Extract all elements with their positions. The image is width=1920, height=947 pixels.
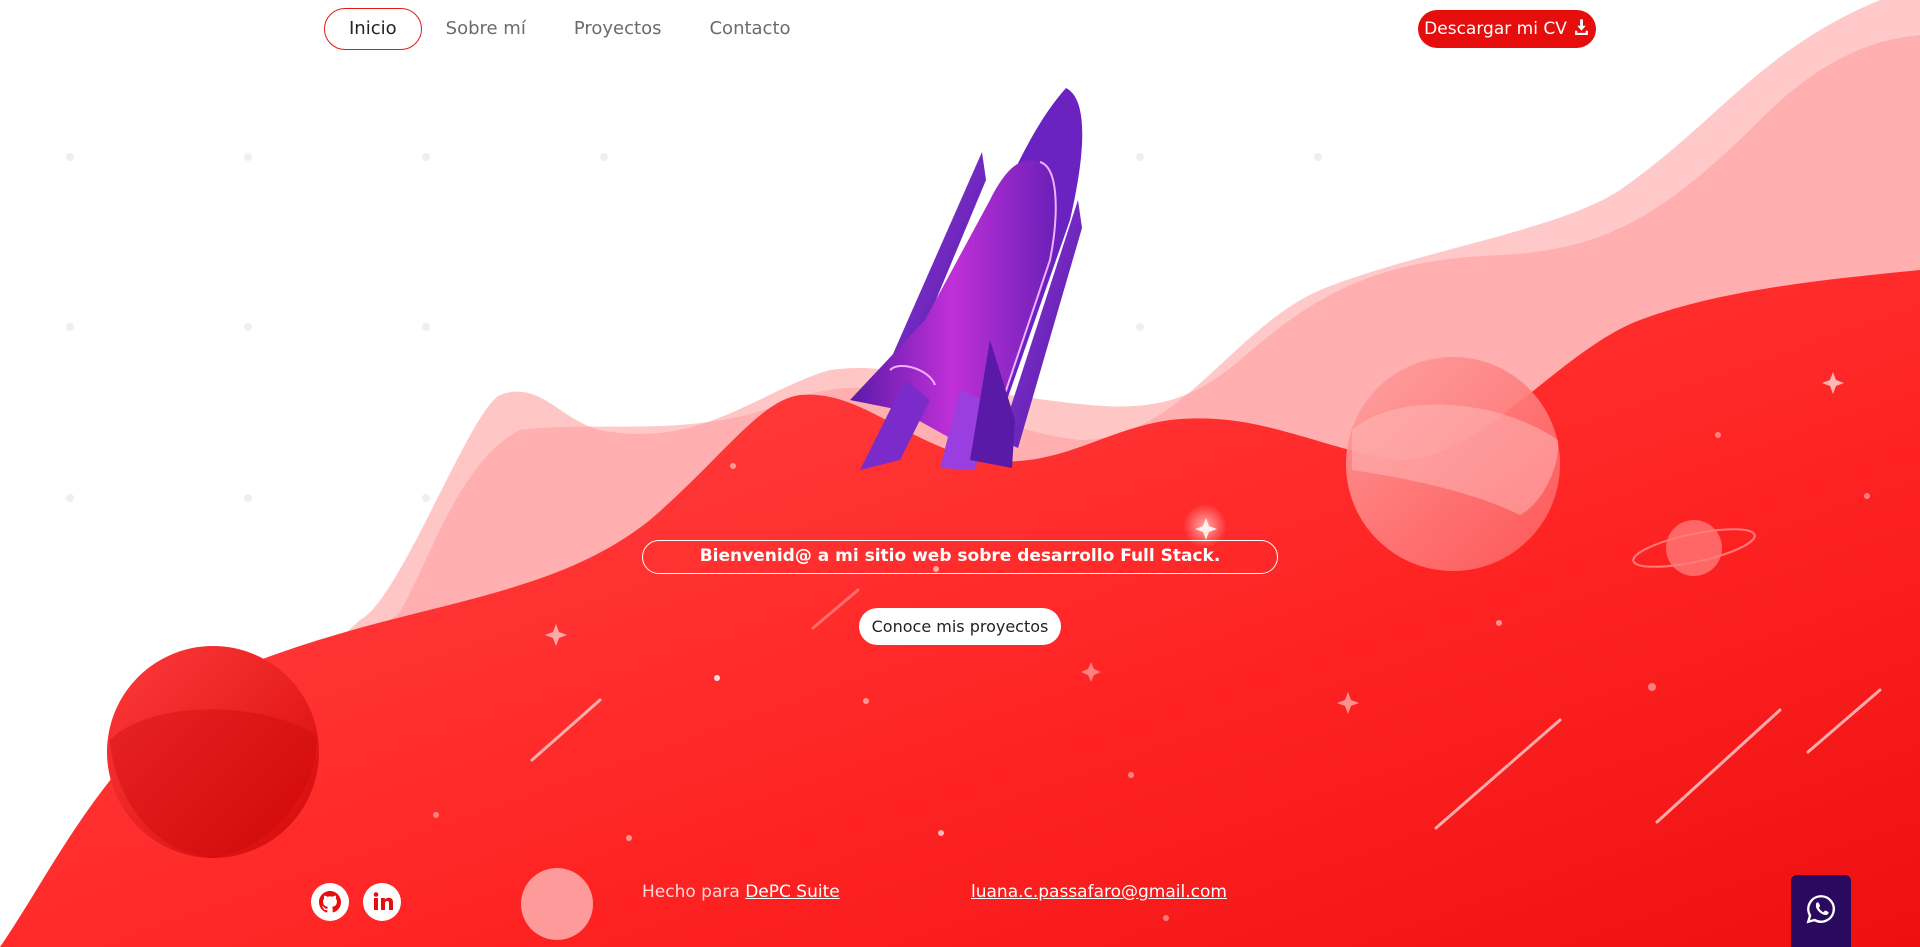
- footer-credit: Hecho para DePC Suite: [642, 882, 840, 902]
- whatsapp-button[interactable]: [1791, 875, 1851, 947]
- nav-item-contacto[interactable]: Contacto: [685, 9, 814, 49]
- github-icon[interactable]: [311, 883, 349, 921]
- whatsapp-icon: [1804, 892, 1838, 930]
- nav-item-sobre-mi[interactable]: Sobre mí: [422, 9, 550, 49]
- nav-item-proyectos[interactable]: Proyectos: [550, 9, 686, 49]
- footer-email-link[interactable]: luana.c.passafaro@gmail.com: [971, 882, 1227, 902]
- download-cv-label: Descargar mi CV: [1424, 19, 1567, 39]
- footer-made-for: Hecho para: [642, 882, 740, 902]
- download-icon: [1573, 18, 1590, 40]
- nav-item-inicio[interactable]: Inicio: [324, 8, 422, 50]
- welcome-banner: Bienvenid@ a mi sitio web sobre desarrol…: [642, 540, 1278, 574]
- hero-background-illustration: [0, 0, 1920, 947]
- footer-depc-link[interactable]: DePC Suite: [745, 882, 840, 902]
- linkedin-icon[interactable]: [363, 883, 401, 921]
- main-nav: Inicio Sobre mí Proyectos Contacto: [324, 8, 815, 50]
- download-cv-button[interactable]: Descargar mi CV: [1418, 10, 1596, 48]
- conoce-proyectos-button[interactable]: Conoce mis proyectos: [859, 608, 1061, 645]
